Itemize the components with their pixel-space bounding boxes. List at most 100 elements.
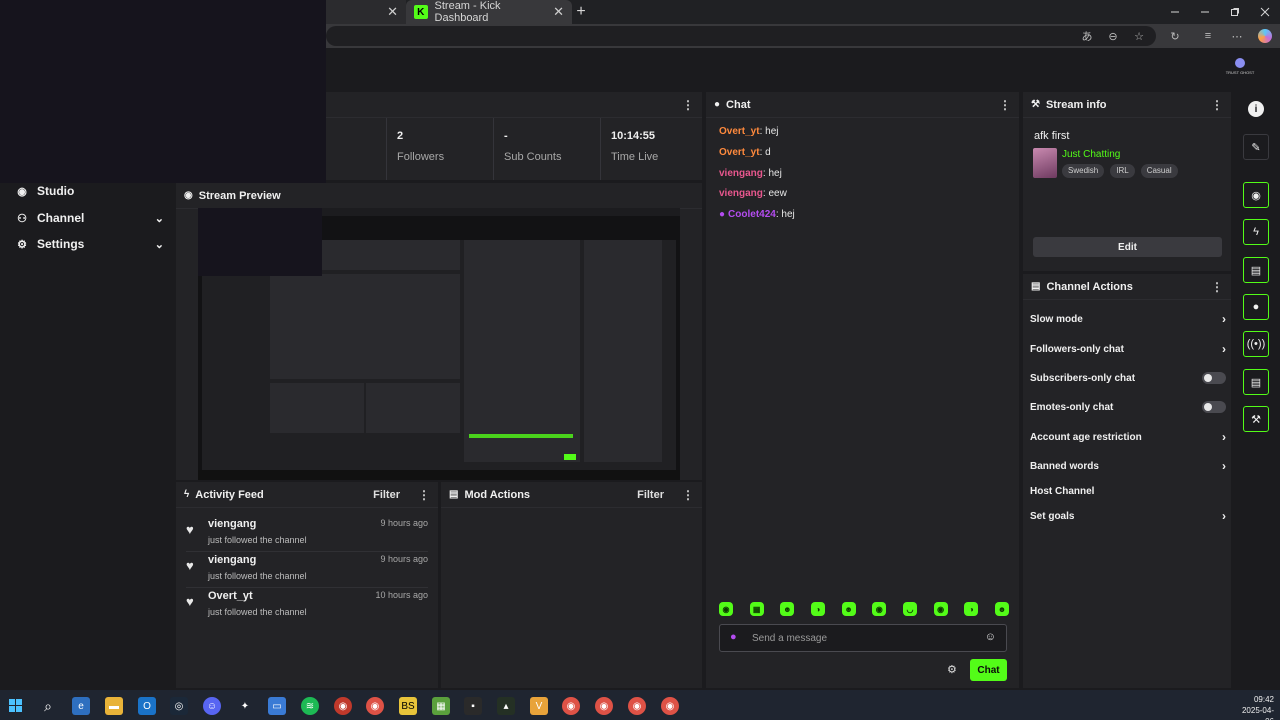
chat-message[interactable]: viengang: hej — [719, 168, 782, 179]
filter-button[interactable]: Filter — [373, 489, 400, 501]
search-icon[interactable]: ⌕ — [39, 697, 57, 715]
chrome-icon[interactable]: ◉ — [661, 697, 679, 715]
emote-icon[interactable]: ◉ — [719, 602, 733, 616]
translate-icon[interactable]: あ — [1076, 24, 1098, 48]
chat-input-box[interactable]: ● ☺ — [719, 624, 1007, 652]
chrome-icon[interactable]: ◉ — [366, 697, 384, 715]
chat-username[interactable]: Coolet424 — [728, 209, 776, 220]
app-icon[interactable]: ▴ — [497, 697, 515, 715]
more-menu-icon[interactable]: ⋯ — [1226, 24, 1248, 48]
rail-stream-info-button[interactable]: ⚒ — [1243, 406, 1269, 432]
new-tab-button[interactable]: + — [572, 0, 590, 24]
chat-username[interactable]: Overt_yt — [719, 126, 760, 137]
url-field[interactable] — [326, 26, 1156, 46]
favorite-star-icon[interactable]: ☆ — [1128, 24, 1150, 48]
chat-message[interactable]: viengang: eew — [719, 188, 787, 199]
browser-tab-active[interactable]: K Stream - Kick Dashboard ✕ — [406, 0, 572, 24]
account-age-restriction-action[interactable]: Account age restriction › — [1030, 428, 1226, 446]
emote-icon[interactable]: ☻ — [841, 602, 856, 616]
more-options-icon[interactable]: ⋮ — [1211, 98, 1223, 112]
list-item[interactable]: ♥ Overt_yt just followed the channel 10 … — [186, 588, 428, 624]
more-options-icon[interactable]: ⋮ — [1211, 280, 1223, 294]
chat-username[interactable]: Overt_yt — [719, 147, 760, 158]
chat-message[interactable]: ● Coolet424: hej — [719, 209, 795, 220]
edge-browser-icon[interactable]: e — [72, 697, 90, 715]
chat-message-input[interactable] — [752, 629, 972, 647]
restore-window-button[interactable] — [1220, 0, 1250, 24]
chrome-icon[interactable]: ◉ — [595, 697, 613, 715]
rail-activity-feed-button[interactable]: ϟ — [1243, 219, 1269, 245]
channel-avatar[interactable]: TRUST GHOST — [1226, 58, 1254, 80]
discord-icon[interactable]: ☺ — [203, 697, 221, 715]
app-icon[interactable]: ▭ — [268, 697, 286, 715]
more-options-icon[interactable]: ⋮ — [418, 488, 430, 502]
edit-stream-info-button[interactable]: Edit — [1033, 237, 1222, 257]
emote-icon[interactable]: ☻ — [780, 602, 795, 616]
stream-preview-video[interactable] — [198, 208, 680, 480]
sidebar-item-channel[interactable]: ⚇ Channel ⌄ — [16, 208, 164, 228]
rail-channel-actions-button[interactable]: ▤ — [1243, 369, 1269, 395]
browser-tab-previous[interactable]: ✕ — [326, 0, 406, 24]
emote-icon[interactable]: ◑ — [810, 602, 825, 616]
sidebar-item-studio[interactable]: ◉ Studio — [16, 181, 164, 201]
more-options-icon[interactable]: ⋮ — [682, 98, 694, 112]
rail-stream-preview-button[interactable]: ◉ — [1243, 182, 1269, 208]
close-tab-icon[interactable]: ✕ — [387, 4, 398, 20]
chat-settings-icon[interactable]: ⚙ — [947, 663, 957, 676]
tracking-prevention-icon[interactable]: ⊖ — [1102, 24, 1124, 48]
more-options-icon[interactable]: ⋮ — [682, 488, 694, 502]
steam-icon[interactable]: ◎ — [170, 697, 188, 715]
filter-button[interactable]: Filter — [637, 489, 664, 501]
emoji-icon[interactable]: ☺ — [985, 631, 996, 643]
minecraft-icon[interactable]: ▦ — [432, 697, 450, 715]
outlook-icon[interactable]: O — [138, 697, 156, 715]
chat-message[interactable]: Overt_yt: hej — [719, 126, 778, 137]
rail-broadcast-button[interactable]: ((•)) — [1243, 331, 1269, 357]
emote-icon[interactable]: ☻ — [994, 602, 1009, 616]
subscribers-only-toggle[interactable] — [1202, 372, 1226, 384]
close-tab-icon[interactable]: ✕ — [553, 4, 564, 20]
obs-icon[interactable]: ◉ — [334, 697, 352, 715]
close-window-button[interactable] — [1250, 0, 1280, 24]
list-item[interactable]: ♥ viengang just followed the channel 9 h… — [186, 516, 428, 552]
chrome-icon[interactable]: ◉ — [628, 697, 646, 715]
favorites-icon[interactable]: ≡ — [1197, 24, 1219, 48]
bs-app-icon[interactable]: BS — [399, 697, 417, 715]
edit-layout-button[interactable]: ✎ — [1243, 134, 1269, 160]
file-explorer-icon[interactable]: ▬ — [105, 697, 123, 715]
minimize-icon[interactable] — [1160, 0, 1190, 24]
sidebar-item-settings[interactable]: ⚙ Settings ⌄ — [16, 234, 164, 254]
emote-icon[interactable]: ◡ — [902, 602, 917, 616]
banned-words-action[interactable]: Banned words › — [1030, 457, 1226, 475]
emote-icon[interactable]: ◉ — [933, 602, 948, 616]
list-item[interactable]: ♥ viengang just followed the channel 9 h… — [186, 552, 428, 588]
taskbar-clock[interactable]: 09:42 2025-04-06 — [1234, 694, 1274, 720]
app-icon[interactable]: ✦ — [236, 697, 254, 715]
info-icon[interactable]: i — [1248, 101, 1264, 117]
host-channel-action[interactable]: Host Channel — [1030, 482, 1226, 500]
emotes-only-toggle[interactable] — [1202, 401, 1226, 413]
copilot-icon[interactable] — [1258, 29, 1272, 43]
followers-only-chat-action[interactable]: Followers-only chat › — [1030, 340, 1226, 358]
more-options-icon[interactable]: ⋮ — [999, 98, 1011, 112]
chat-username[interactable]: viengang — [719, 168, 763, 179]
rail-chat-button[interactable]: ● — [1243, 294, 1269, 320]
set-goals-action[interactable]: Set goals › — [1030, 507, 1226, 525]
emote-icon[interactable]: ◑ — [964, 602, 979, 616]
minimize-window-button[interactable] — [1190, 0, 1220, 24]
send-chat-button[interactable]: Chat — [970, 659, 1007, 681]
slow-mode-action[interactable]: Slow mode › — [1030, 310, 1226, 328]
windows-start-icon[interactable] — [7, 697, 25, 715]
emote-icon[interactable]: ◉ — [872, 602, 887, 616]
chat-message[interactable]: Overt_yt: d — [719, 147, 771, 158]
emote-icon[interactable]: ▦ — [749, 602, 764, 616]
microphone-icon[interactable]: ● — [730, 631, 737, 643]
chat-username[interactable]: viengang — [719, 188, 763, 199]
rail-mod-actions-button[interactable]: ▤ — [1243, 257, 1269, 283]
app-icon[interactable]: V — [530, 697, 548, 715]
spotify-icon[interactable]: ≋ — [301, 697, 319, 715]
refresh-icon[interactable]: ↻ — [1164, 24, 1186, 48]
category-name[interactable]: Just Chatting — [1062, 149, 1120, 160]
chrome-icon[interactable]: ◉ — [562, 697, 580, 715]
app-icon[interactable]: ▪ — [464, 697, 482, 715]
